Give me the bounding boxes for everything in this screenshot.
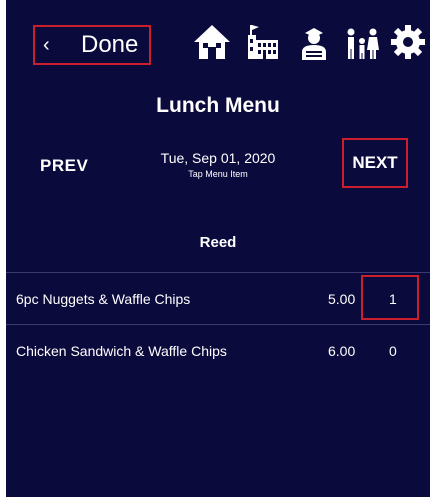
divider [6, 272, 430, 273]
school-icon[interactable] [242, 22, 282, 62]
menu-item-name: Chicken Sandwich & Waffle Chips [16, 343, 227, 359]
home-icon[interactable] [192, 22, 232, 62]
divider [6, 324, 430, 325]
section-header: Reed [199, 234, 237, 251]
menu-item-name: 6pc Nuggets & Waffle Chips [16, 291, 191, 307]
student-icon[interactable] [294, 22, 334, 62]
tap-hint: Tap Menu Item [188, 169, 248, 179]
menu-item-price: 5.00 [328, 291, 356, 307]
chevron-left-icon: ‹ [43, 33, 50, 56]
done-button[interactable]: ‹ Done [33, 25, 151, 65]
done-label: Done [81, 31, 139, 58]
gear-icon[interactable] [388, 22, 428, 62]
date-label: Tue, Sep 01, 2020 [160, 150, 276, 166]
date-display: Tue, Sep 01, 2020 Tap Menu Item [140, 150, 296, 179]
page-title: Lunch Menu [156, 94, 280, 117]
quantity-highlight [361, 275, 419, 320]
menu-item-row[interactable]: Chicken Sandwich & Waffle Chips 6.00 0 [6, 326, 430, 376]
top-bar: ‹ Done [6, 0, 430, 88]
prev-button[interactable]: PREV [40, 156, 120, 176]
next-label: NEXT [352, 153, 398, 172]
menu-item-price: 6.00 [328, 343, 356, 359]
menu-item-quantity[interactable]: 0 [389, 343, 397, 359]
family-icon[interactable] [342, 22, 382, 62]
lunch-menu-screen: ‹ Done Lunch Menu PREV Tue, Sep 01, 2020… [6, 0, 430, 497]
next-button[interactable]: NEXT [342, 138, 408, 188]
